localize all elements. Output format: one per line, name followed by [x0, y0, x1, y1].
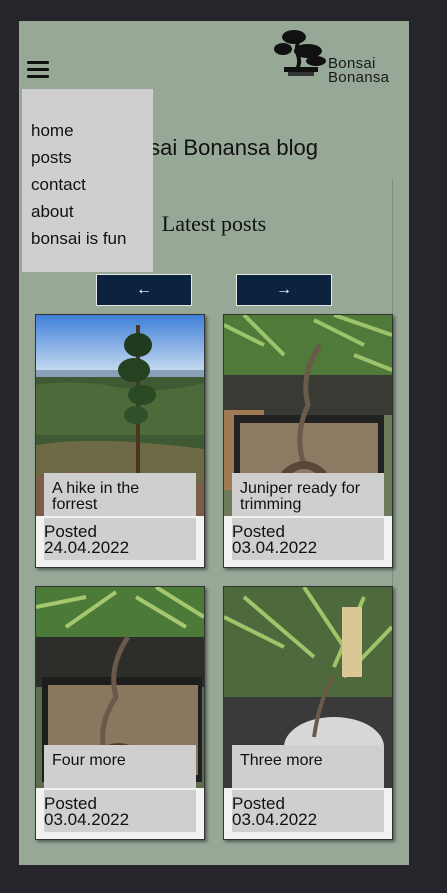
post-card[interactable]: A hike in the forrest Posted 24.04.2022	[35, 314, 205, 568]
post-card[interactable]: Three more Posted 03.04.2022	[223, 586, 393, 840]
post-date: 24.04.2022	[44, 538, 130, 557]
arrow-right-icon: →	[276, 281, 292, 298]
page-container: Bonsai Bonansa Bonsai Bonansa blog Lates…	[19, 21, 409, 865]
post-date: 03.04.2022	[44, 810, 130, 829]
bonsai-tree-icon	[274, 30, 326, 76]
post-title: Juniper ready for trimming	[232, 473, 384, 516]
post-meta: Posted 03.04.2022	[232, 518, 384, 560]
post-meta: Posted 03.04.2022	[232, 790, 384, 832]
post-date: 03.04.2022	[232, 810, 318, 829]
post-card[interactable]: Four more Posted 03.04.2022	[35, 586, 205, 840]
logo-line-2: Bonansa	[328, 69, 390, 86]
menu-item-bonsai-is-fun[interactable]: bonsai is fun	[31, 225, 153, 252]
menu-item-contact[interactable]: contact	[31, 171, 153, 198]
previous-posts-button[interactable]: ←	[96, 274, 192, 306]
post-card[interactable]: Juniper ready for trimming Posted 03.04.…	[223, 314, 393, 568]
menu-item-about[interactable]: about	[31, 198, 153, 225]
post-meta: Posted 24.04.2022	[44, 518, 196, 560]
logo-text: Bonsai Bonansa	[328, 56, 390, 86]
site-logo[interactable]: Bonsai Bonansa	[274, 27, 404, 86]
post-title: Three more	[232, 745, 384, 788]
page-bottom-edge	[19, 865, 409, 893]
menu-item-home[interactable]: home	[31, 117, 153, 144]
post-date: 03.04.2022	[232, 538, 318, 557]
post-title: Four more	[44, 745, 196, 788]
nav-menu: home posts contact about bonsai is fun	[22, 89, 153, 272]
next-posts-button[interactable]: →	[236, 274, 332, 306]
hamburger-menu-icon[interactable]	[27, 61, 49, 79]
post-meta: Posted 03.04.2022	[44, 790, 196, 832]
menu-item-posts[interactable]: posts	[31, 144, 153, 171]
post-title: A hike in the forrest	[44, 473, 196, 516]
arrow-left-icon: ←	[136, 281, 152, 298]
